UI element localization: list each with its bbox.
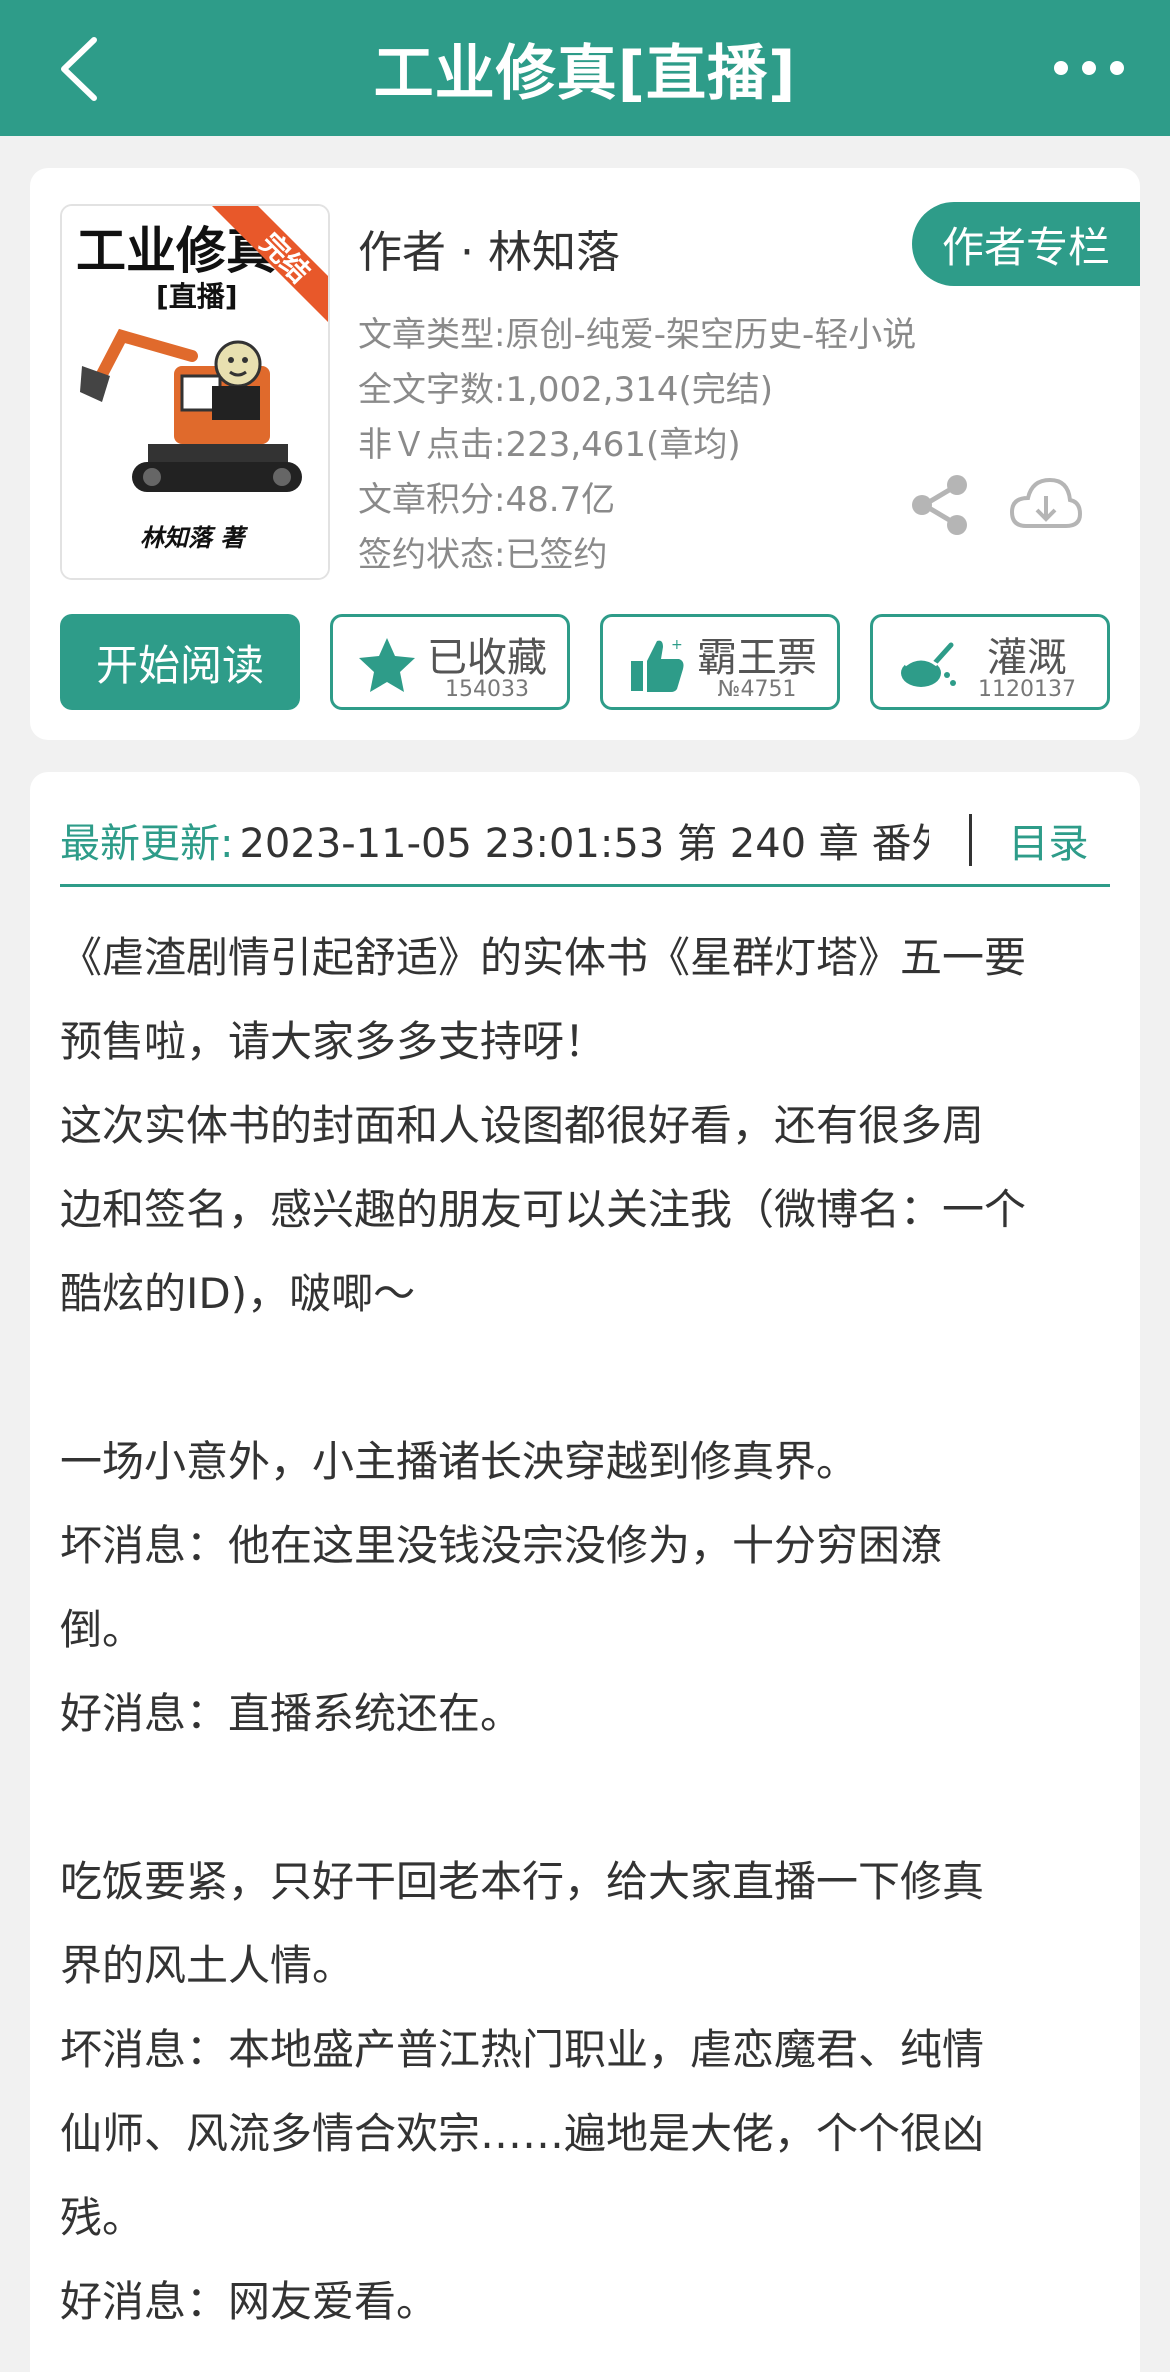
description-line: 《虐渣剧情引起舒适》的实体书《星群灯塔》五一要 xyxy=(60,933,1027,982)
download-button[interactable] xyxy=(1008,474,1084,536)
description-line: 界的风土人情。 xyxy=(60,1941,355,1990)
book-description: 《虐渣剧情引起舒适》的实体书《星群灯塔》五一要 预售啦，请大家多多支持呀！ 这次… xyxy=(60,916,1130,2344)
star-icon xyxy=(359,638,415,692)
meta-genre: 文章类型:原创-纯爱-架空历史-轻小说 xyxy=(358,315,917,355)
share-button[interactable] xyxy=(910,474,970,536)
book-info-card: 工业修真 [直播] 完结 林知落 著 作者 · 林知落 作者专栏 文章类型:原创… xyxy=(30,168,1140,740)
chevron-left-icon xyxy=(61,37,97,101)
vote-button[interactable]: + 霸王票 №4751 xyxy=(600,614,840,710)
vote-count: №4751 xyxy=(717,677,797,702)
separator xyxy=(969,814,973,866)
description-line: 好消息：直播系统还在。 xyxy=(60,1689,523,1738)
cloud-download-icon xyxy=(1009,477,1083,528)
description-line: 预售啦，请大家多多支持呀！ xyxy=(60,1017,607,1066)
water-label: 灌溉 xyxy=(987,635,1067,681)
divider xyxy=(60,884,1110,887)
water-button[interactable]: 灌溉 1120137 xyxy=(870,614,1110,710)
more-button[interactable] xyxy=(1054,56,1124,80)
book-meta: 文章类型:原创-纯爱-架空历史-轻小说 全文字数:1,002,314(完结) 非… xyxy=(358,308,998,583)
table-of-contents-link[interactable]: 目录 xyxy=(1008,811,1088,869)
meta-word-count: 全文字数:1,002,314(完结) xyxy=(358,370,774,410)
description-line: 一场小意外，小主播诸长泱穿越到修真界。 xyxy=(60,1437,859,1486)
description-card: 最新更新: 2023-11-05 23:01:53 第 240 章 番外 目录 … xyxy=(30,772,1140,2372)
latest-update-row[interactable]: 最新更新: 2023-11-05 23:01:53 第 240 章 番外 目录 xyxy=(60,800,1110,880)
svg-text:+: + xyxy=(671,637,683,653)
description-line: 吃饭要紧，只好干回老本行，给大家直播一下修真 xyxy=(60,1857,985,1906)
book-cover[interactable]: 工业修真 [直播] 完结 林知落 著 xyxy=(60,204,330,580)
cover-subtitle: [直播] xyxy=(156,280,238,313)
description-line: 仙师、风流多情合欢宗……遍地是大佬，个个很凶 xyxy=(60,2109,985,2158)
latest-update-text[interactable]: 2023-11-05 23:01:53 第 240 章 番外 xyxy=(239,811,929,869)
more-horizontal-icon xyxy=(1054,61,1068,75)
description-line: 边和签名，感兴趣的朋友可以关注我（微博名：一个 xyxy=(60,1185,1027,1234)
cover-art: 工业修真 [直播] 完结 林知落 著 xyxy=(62,206,328,578)
meta-score: 文章积分:48.7亿 xyxy=(358,480,616,520)
description-line: 这次实体书的封面和人设图都很好看，还有很多周 xyxy=(60,1101,985,1150)
description-line xyxy=(60,1336,1130,1420)
author-column-button[interactable]: 作者专栏 xyxy=(912,202,1140,286)
watering-can-icon xyxy=(901,642,956,687)
page-title: 工业修真[直播] xyxy=(373,38,797,109)
top-bar: 工业修真[直播] xyxy=(0,0,1170,136)
favorite-button[interactable]: 已收藏 154033 xyxy=(330,614,570,710)
favorite-count: 154033 xyxy=(445,677,529,702)
description-line: 好消息：网友爱看。 xyxy=(60,2277,439,2326)
meta-contract: 签约状态:已签约 xyxy=(358,535,608,575)
vote-label: 霸王票 xyxy=(697,635,817,681)
start-reading-button[interactable]: 开始阅读 xyxy=(60,614,300,710)
description-line: 坏消息：他在这里没钱没宗没修为，十分穷困潦 xyxy=(60,1521,943,1570)
description-line: 倒。 xyxy=(60,1605,145,1654)
thumbs-up-icon: + xyxy=(631,637,684,692)
favorite-label: 已收藏 xyxy=(427,635,547,681)
description-line: 酷炫的ID)，啵唧～ xyxy=(60,1269,416,1318)
description-line xyxy=(60,1756,1130,1840)
meta-clicks: 非Ｖ点击:223,461(章均) xyxy=(358,425,741,465)
author-name[interactable]: 作者 · 林知落 xyxy=(358,216,620,280)
back-button[interactable] xyxy=(50,34,110,104)
latest-update-label: 最新更新: xyxy=(60,821,234,867)
cover-signature: 林知落 著 xyxy=(140,523,248,552)
water-count: 1120137 xyxy=(978,677,1076,702)
description-line: 坏消息：本地盛产普江热门职业，虐恋魔君、纯情 xyxy=(60,2025,985,2074)
description-line: 残。 xyxy=(60,2193,145,2242)
share-icon xyxy=(912,475,967,535)
